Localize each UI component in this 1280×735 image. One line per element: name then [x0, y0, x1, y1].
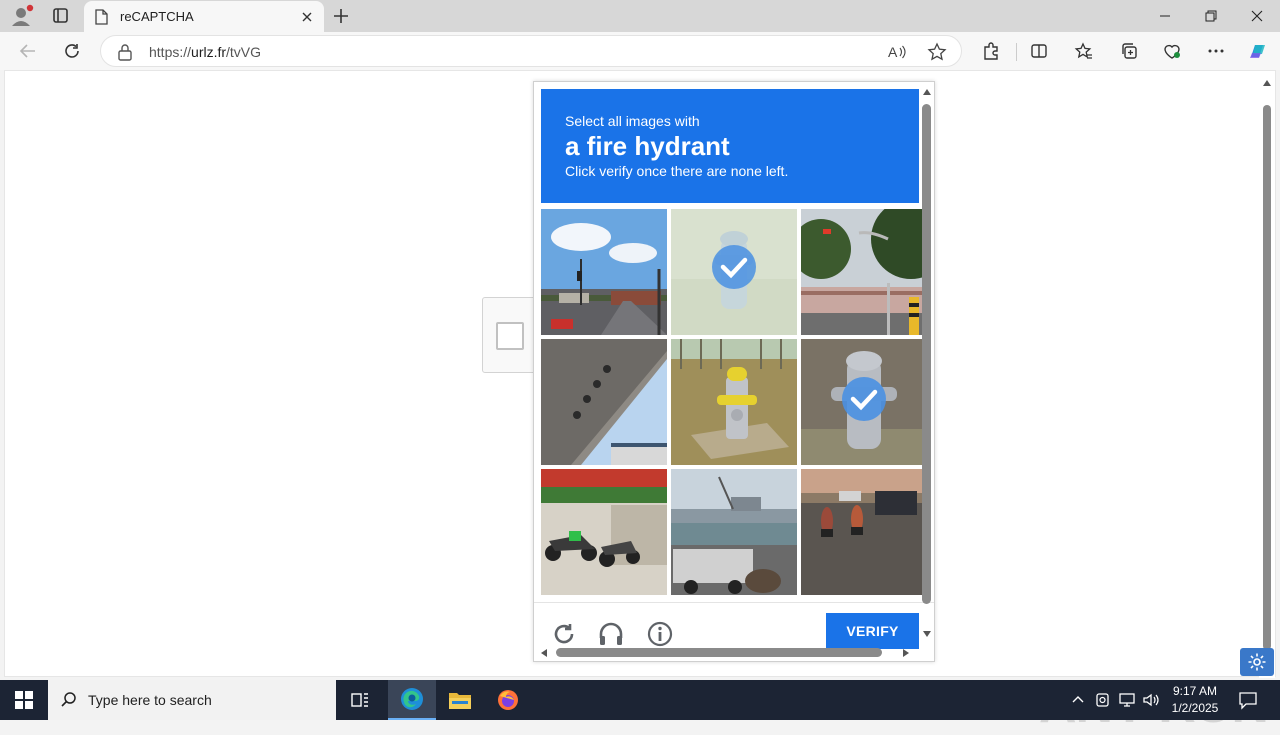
page-scrollbar[interactable]: [1259, 71, 1275, 678]
lock-icon[interactable]: [117, 43, 133, 66]
extensions-icon[interactable]: [977, 37, 1005, 65]
copilot-icon[interactable]: [1244, 37, 1272, 65]
split-screen-icon[interactable]: [1025, 37, 1053, 65]
tab-title: reCAPTCHA: [120, 9, 194, 24]
captcha-tile-5[interactable]: [671, 339, 797, 465]
profile-icon[interactable]: [8, 4, 36, 28]
close-window-icon[interactable]: [1234, 0, 1280, 32]
scroll-down-icon[interactable]: [922, 630, 932, 638]
page-icon: [94, 9, 108, 25]
search-placeholder: Type here to search: [88, 692, 212, 708]
popup-horizontal-thumb[interactable]: [556, 648, 882, 657]
show-hidden-icons-chevron-icon[interactable]: [1070, 692, 1086, 713]
more-options-icon[interactable]: [1202, 37, 1230, 65]
url-text[interactable]: https://urlz.fr/tvVG: [149, 44, 261, 60]
favorite-star-icon[interactable]: [927, 42, 947, 67]
file-explorer-icon[interactable]: [436, 680, 484, 720]
favorites-icon[interactable]: [1070, 37, 1098, 65]
captcha-tile-8[interactable]: [671, 469, 797, 595]
popup-vertical-scrollbar[interactable]: [920, 82, 934, 642]
captcha-tile-2[interactable]: [671, 209, 797, 335]
tab-strip: reCAPTCHA: [0, 0, 1280, 32]
edge-taskbar-icon[interactable]: [388, 680, 436, 720]
svg-text:A: A: [888, 44, 898, 60]
recaptcha-checkbox[interactable]: [496, 322, 524, 350]
notifications-icon[interactable]: [1238, 690, 1258, 715]
meet-now-icon[interactable]: [1095, 691, 1111, 714]
firefox-icon[interactable]: [484, 680, 532, 720]
browser-essentials-icon[interactable]: [1158, 37, 1186, 65]
taskbar-search-box[interactable]: Type here to search: [48, 680, 336, 720]
captcha-tile-4[interactable]: [541, 339, 667, 465]
popup-vertical-thumb[interactable]: [922, 104, 931, 604]
volume-icon[interactable]: [1142, 691, 1160, 714]
captcha-tile-9[interactable]: [801, 469, 927, 595]
target-object: a fire hydrant: [565, 131, 730, 161]
scroll-left-icon[interactable]: [540, 648, 548, 658]
windows-start-icon[interactable]: [0, 680, 48, 720]
captcha-tile-6[interactable]: [801, 339, 927, 465]
captcha-tile-3[interactable]: [801, 209, 927, 335]
instruction-banner: Select all images with a fire hydrant Cl…: [541, 89, 919, 203]
instruction-line: Select all images with: [565, 113, 700, 129]
system-clock[interactable]: 9:17 AM 1/2/2025: [1160, 683, 1230, 717]
search-icon: [60, 691, 78, 714]
address-bar[interactable]: https://urlz.fr/tvVG A: [100, 35, 962, 67]
task-view-icon[interactable]: [336, 680, 384, 720]
browser-toolbar: https://urlz.fr/tvVG A: [0, 32, 1280, 70]
new-tab-icon[interactable]: [330, 5, 352, 27]
settings-gear-icon[interactable]: [1240, 648, 1274, 676]
read-aloud-icon[interactable]: A: [887, 42, 907, 67]
tab-actions-icon[interactable]: [46, 4, 74, 28]
page-content: Select all images with a fire hydrant Cl…: [4, 70, 1276, 734]
windows-taskbar: Type here to search 9:17 AM 1/2/2025: [0, 680, 1280, 720]
close-tab-icon[interactable]: [298, 8, 316, 26]
popup-horizontal-scrollbar[interactable]: [534, 644, 920, 660]
restore-icon[interactable]: [1188, 0, 1234, 32]
toolbar-divider: [1016, 43, 1017, 61]
page-scroll-thumb[interactable]: [1263, 105, 1271, 650]
network-icon[interactable]: [1118, 691, 1136, 714]
captcha-tile-1[interactable]: [541, 209, 667, 335]
recaptcha-anchor: [482, 297, 538, 373]
minimize-icon[interactable]: [1142, 0, 1188, 32]
instruction-hint: Click verify once there are none left.: [565, 163, 789, 179]
active-tab[interactable]: reCAPTCHA: [84, 1, 324, 32]
collections-icon[interactable]: [1115, 37, 1143, 65]
captcha-challenge-popup: Select all images with a fire hydrant Cl…: [533, 81, 935, 662]
clock-date: 1/2/2025: [1171, 701, 1219, 715]
scroll-up-icon[interactable]: [922, 88, 932, 96]
captcha-tile-7[interactable]: [541, 469, 667, 595]
clock-time: 9:17 AM: [1172, 684, 1218, 698]
refresh-icon[interactable]: [58, 37, 86, 65]
page-scroll-up-icon[interactable]: [1262, 79, 1272, 87]
scroll-right-icon[interactable]: [902, 648, 910, 658]
back-icon[interactable]: [14, 37, 42, 65]
